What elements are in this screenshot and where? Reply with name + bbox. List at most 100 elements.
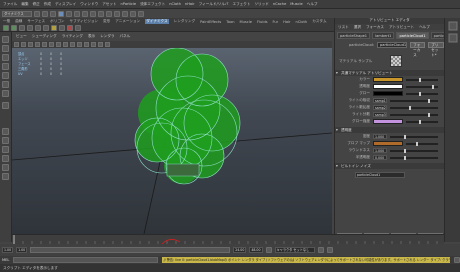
common-attributes-header[interactable]: 共通マテリアル アトリビュート: [335, 70, 444, 76]
shelf-tab[interactable]: 一般: [3, 19, 10, 24]
bookmark-icon[interactable]: [28, 42, 33, 47]
node-tab[interactable]: particleShape1: [337, 31, 371, 39]
layout-single-icon[interactable]: [2, 128, 9, 135]
color-swatch[interactable]: [373, 77, 403, 82]
camera-icon[interactable]: [14, 42, 19, 47]
menu-item[interactable]: ソリッド: [254, 2, 268, 7]
focus-button[interactable]: フォーカス: [410, 42, 426, 57]
slider-handle[interactable]: [404, 155, 407, 160]
film-gate-icon[interactable]: [49, 42, 54, 47]
attribute-value-field[interactable]: samp3: [373, 112, 387, 117]
viewport-menu-item[interactable]: ライティング: [62, 34, 83, 39]
shelf-tab[interactable]: レンダリング: [174, 19, 196, 24]
color-swatch[interactable]: [373, 141, 403, 146]
presets-button[interactable]: プリセット*: [428, 42, 444, 57]
paint-select-tool-icon[interactable]: [2, 54, 9, 61]
attribute-editor-menu-item[interactable]: ヘルプ: [419, 25, 430, 30]
attribute-value-field[interactable]: 1.000: [373, 134, 387, 139]
attribute-slider[interactable]: [390, 155, 438, 160]
time-slider[interactable]: [12, 234, 444, 245]
history-icon[interactable]: [114, 10, 120, 17]
grid-icon[interactable]: [42, 42, 47, 47]
shelf-tab[interactable]: ダイナミクス: [145, 19, 169, 24]
node-tab[interactable]: particleCloud1: [396, 31, 429, 39]
instancer-icon[interactable]: [75, 25, 81, 31]
manipulator-tool-icon[interactable]: [2, 90, 9, 97]
slider-handle[interactable]: [428, 112, 431, 117]
color-swatch[interactable]: [373, 91, 403, 96]
slider-handle[interactable]: [404, 148, 407, 153]
last-tool-icon[interactable]: [2, 102, 9, 109]
menu-item[interactable]: ウィンドウ: [80, 2, 98, 7]
shelf-tab[interactable]: 変形: [103, 19, 110, 24]
snap-view-icon[interactable]: [106, 10, 112, 17]
new-scene-icon[interactable]: [34, 10, 40, 17]
shelf-tab[interactable]: Muscle: [240, 20, 252, 24]
attribute-editor-menu-item[interactable]: 選択: [354, 25, 361, 30]
attribute-value-field[interactable]: 0.000: [373, 155, 387, 160]
goal-icon[interactable]: [67, 25, 73, 31]
rigid-body-icon[interactable]: [51, 25, 57, 31]
attribute-slider[interactable]: [390, 112, 438, 117]
menu-item[interactable]: 修正: [33, 2, 40, 7]
shelf-tab[interactable]: 曲線: [15, 19, 22, 24]
attribute-slider[interactable]: [390, 148, 438, 153]
menu-item[interactable]: Muscle: [290, 2, 302, 6]
range-slider[interactable]: [30, 247, 231, 253]
render-settings-icon[interactable]: [138, 10, 144, 17]
menu-item[interactable]: nParticle: [121, 2, 137, 6]
attribute-slider[interactable]: [406, 77, 438, 82]
drag-field-icon[interactable]: [35, 25, 41, 31]
create-emitter-icon[interactable]: [3, 25, 9, 31]
slider-handle[interactable]: [415, 141, 418, 146]
slider-handle[interactable]: [418, 77, 421, 82]
end-time-field[interactable]: 48.00: [249, 247, 263, 253]
menu-item[interactable]: エフェクト: [232, 2, 250, 7]
attribute-slider[interactable]: [390, 105, 438, 110]
bottom-node-field[interactable]: particleCloud1: [355, 172, 405, 178]
menu-item[interactable]: アセット: [102, 2, 116, 7]
save-scene-icon[interactable]: [50, 10, 56, 17]
lock-camera-icon[interactable]: [21, 42, 26, 47]
snap-grid-icon[interactable]: [82, 10, 88, 17]
shelf-tab[interactable]: Fur: [272, 20, 278, 24]
viewport-menu-item[interactable]: パネル: [120, 34, 131, 39]
channel-box-strip[interactable]: [444, 18, 460, 242]
start-time-field[interactable]: 1.00: [2, 247, 14, 253]
layout-graph-icon[interactable]: [2, 164, 9, 171]
wireframe-icon[interactable]: [63, 42, 68, 47]
snap-curve-icon[interactable]: [90, 10, 96, 17]
layout-two-icon[interactable]: [2, 146, 9, 153]
slider-handle[interactable]: [418, 91, 421, 96]
menu-item[interactable]: ディスプレイ: [55, 2, 76, 7]
move-tool-icon[interactable]: [2, 63, 9, 70]
shelf-tab[interactable]: サーフェス: [27, 19, 45, 24]
auto-key-icon[interactable]: [317, 247, 324, 253]
slider-handle[interactable]: [404, 134, 407, 139]
viewport-menu-item[interactable]: レンダラ: [100, 34, 114, 39]
shape-name-field[interactable]: particleCloud1: [377, 42, 408, 48]
menu-item[interactable]: 作成: [44, 2, 51, 7]
attribute-slider[interactable]: [406, 119, 438, 124]
air-field-icon[interactable]: [27, 25, 33, 31]
shelf-tab[interactable]: アニメーション: [115, 19, 140, 24]
collide-icon[interactable]: [59, 25, 65, 31]
character-set-field[interactable]: キャラクタ セットなし: [274, 247, 315, 253]
menu-item[interactable]: ヘルプ: [307, 2, 318, 7]
attribute-slider[interactable]: [406, 91, 438, 96]
slider-handle[interactable]: [409, 105, 412, 110]
transparency-header[interactable]: 透明度: [335, 127, 444, 133]
rotate-tool-icon[interactable]: [2, 72, 9, 79]
ipr-render-icon[interactable]: [130, 10, 136, 17]
color-swatch[interactable]: [373, 119, 403, 124]
attribute-slider[interactable]: [406, 141, 438, 146]
resolution-gate-icon[interactable]: [56, 42, 61, 47]
menu-item[interactable]: nCloth: [169, 2, 181, 6]
select-object-icon[interactable]: [66, 10, 72, 17]
menu-item[interactable]: 編集: [21, 2, 28, 7]
textured-icon[interactable]: [77, 42, 82, 47]
menu-item[interactable]: フィールド/ソルバ: [199, 2, 229, 7]
shelf-tab[interactable]: サブディビジョン: [70, 19, 99, 24]
render-icon[interactable]: [122, 10, 128, 17]
anim-prefs-icon[interactable]: [265, 247, 272, 253]
